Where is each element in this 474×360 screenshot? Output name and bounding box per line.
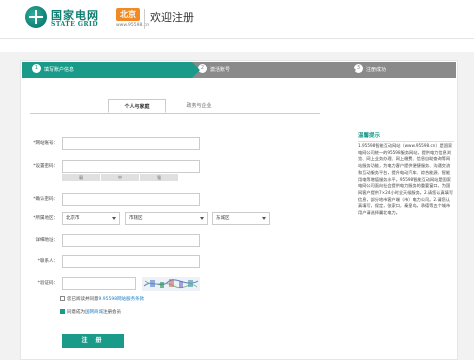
agree-terms-row: 您已阅读并同意9.95598网站服务条款 <box>60 296 144 304</box>
confirm-password-label: *确认密码： <box>33 197 58 202</box>
account-input[interactable] <box>62 137 200 150</box>
tab-underline <box>30 113 320 114</box>
contact-label: *联系人： <box>37 259 58 264</box>
password-input[interactable] <box>62 160 200 173</box>
header-divider <box>144 9 145 29</box>
region-label: *所属地区： <box>33 216 58 221</box>
address-input[interactable] <box>62 234 200 247</box>
member-row: 同意成为国网商城注册会员 <box>60 309 121 317</box>
agree-terms-checkbox[interactable] <box>60 296 65 301</box>
site-header: 国家电网 STATE GRID 北京 www.95598.cn 欢迎注册 <box>0 0 474 38</box>
chevron-down-icon <box>112 217 116 220</box>
agree-terms-text: 您已阅读并同意 <box>67 297 99 302</box>
step-arrow-icon <box>348 62 356 78</box>
state-grid-logo-icon[interactable] <box>25 6 47 28</box>
region-row: *所属地区： 北京市 市辖区 东城区 <box>22 212 322 225</box>
mall-link[interactable]: 国网商城 <box>85 310 103 315</box>
confirm-password-input[interactable] <box>62 193 200 206</box>
strength-weak: 弱 <box>62 174 100 181</box>
member-suffix-text: 注册会员 <box>103 310 121 315</box>
district-select[interactable]: 东城区 <box>212 212 270 225</box>
chevron-down-icon <box>262 217 266 220</box>
captcha-label: *验证码： <box>37 281 58 286</box>
captcha-input[interactable] <box>62 277 136 290</box>
district-value: 东城区 <box>216 216 230 221</box>
password-label: *设置密码： <box>33 164 58 169</box>
member-prefix-text: 同意成为 <box>67 310 85 315</box>
tips-panel: 温馨提示 1.95598智能互动网站（www.95598.cn）是国家电网公司统… <box>358 131 454 217</box>
captcha-image[interactable] <box>142 277 200 291</box>
step-activate-account: 2 激活账号 <box>188 62 356 78</box>
registration-steps: 1 填写账户信息 2 激活账号 3 注册成功 <box>22 62 456 78</box>
city-value: 市辖区 <box>129 216 143 221</box>
step-arrow-icon <box>192 62 200 78</box>
contact-input[interactable] <box>62 255 200 268</box>
step-label: 注册成功 <box>366 67 387 73</box>
step-number: 1 <box>32 64 41 73</box>
chevron-down-icon <box>200 217 204 220</box>
tips-body: 1.95598智能互动网站（www.95598.cn）是国家电网公司统一的955… <box>358 143 454 216</box>
tab-personal-family[interactable]: 个人与家庭 <box>108 99 166 113</box>
contact-row: *联系人： <box>22 255 212 268</box>
terms-link[interactable]: 9.95598网站服务条款 <box>99 297 145 302</box>
tab-government-enterprise[interactable]: 政务与企业 <box>170 99 228 113</box>
city-badge[interactable]: 北京 <box>116 8 140 21</box>
account-label: *网站账号： <box>33 141 58 146</box>
captcha-row: *验证码： <box>22 277 222 291</box>
strength-medium: 中 <box>101 174 139 181</box>
step-label: 激活账号 <box>210 67 231 73</box>
account-row: *网站账号： <box>22 137 212 150</box>
address-label: 详细地址： <box>35 238 59 243</box>
province-select[interactable]: 北京市 <box>62 212 120 225</box>
tips-divider <box>358 141 454 142</box>
captcha-noise-graphic <box>142 277 200 291</box>
address-row: 详细地址： <box>22 234 212 247</box>
header-bottom-border <box>0 38 474 39</box>
password-row: *设置密码： <box>22 160 212 173</box>
strength-strong: 强 <box>140 174 178 181</box>
step-registration-success: 3 注册成功 <box>344 62 456 78</box>
city-select[interactable]: 市辖区 <box>125 212 208 225</box>
confirm-password-row: *确认密码： <box>22 193 212 206</box>
tips-title: 温馨提示 <box>358 133 381 139</box>
step-label: 填写账户信息 <box>44 67 75 73</box>
page-title: 欢迎注册 <box>150 11 194 24</box>
province-value: 北京市 <box>66 216 80 221</box>
password-strength-meter: 弱 中 强 <box>62 174 178 181</box>
step-fill-account-info: 1 填写账户信息 <box>22 62 200 78</box>
register-button[interactable]: 注 册 <box>62 334 124 348</box>
logo-english-name[interactable]: STATE GRID <box>51 21 98 28</box>
member-checkbox[interactable] <box>60 309 65 314</box>
